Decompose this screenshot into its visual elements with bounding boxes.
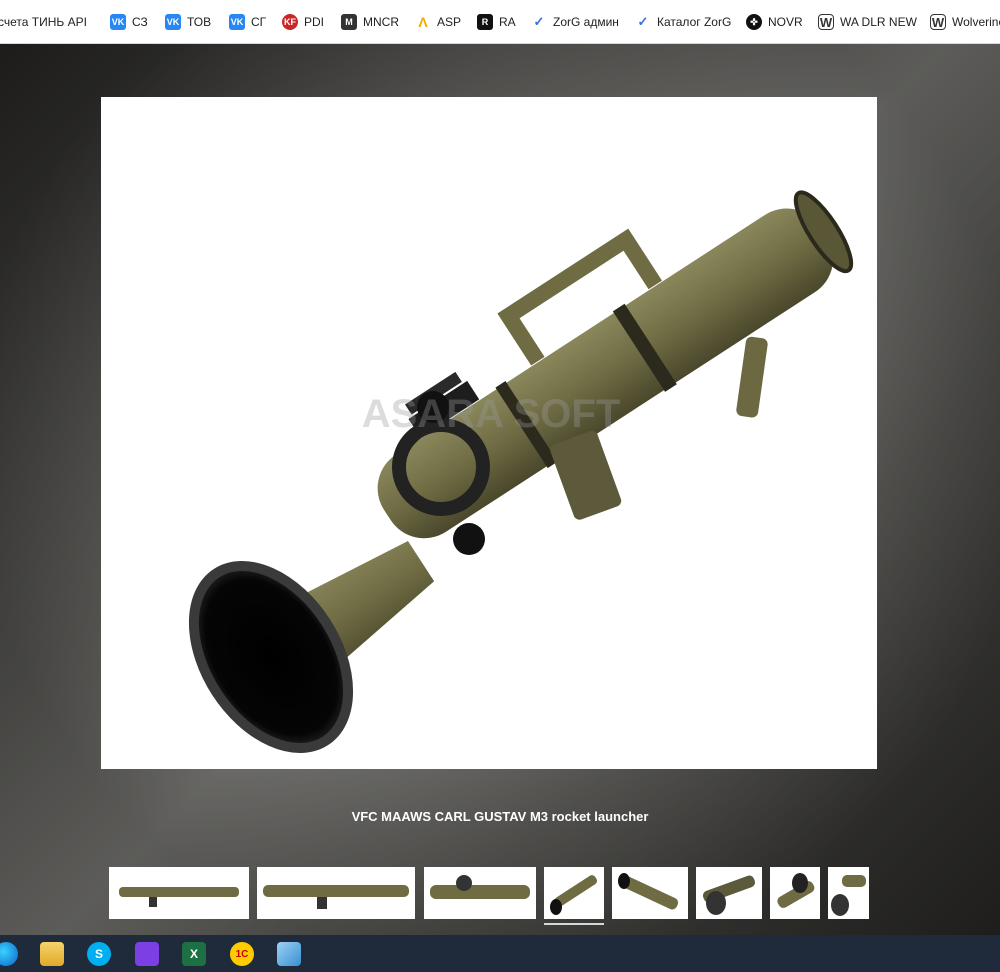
bookmark-novr[interactable]: ✜ NOVR [746, 13, 803, 31]
thumbnail-8[interactable] [828, 867, 869, 919]
bookmark-asp[interactable]: Λ ASP [415, 13, 461, 31]
file-explorer-icon[interactable] [40, 942, 64, 966]
bookmark-wa-dlr-new[interactable]: W WA DLR NEW [818, 13, 917, 31]
asp-icon: Λ [418, 14, 428, 30]
bookmark-label: ASP [437, 15, 462, 29]
bookmark-sz[interactable]: VK СЗ [110, 13, 148, 31]
bookmark-tinkoff-api[interactable]: счета ТИНЬ API [0, 13, 87, 31]
bookmarks-bar: счета ТИНЬ API VK СЗ VK ТОВ VK СГ KF PDI… [0, 0, 1000, 44]
image-viewer: ASARA SOFT VFC MAAWS CARL GUSTAV M3 rock… [0, 44, 1000, 935]
active-thumbnail-indicator [544, 923, 604, 925]
thumbnail-7[interactable] [770, 867, 820, 919]
bookmark-label: MNCR [363, 15, 399, 29]
bookmark-sg[interactable]: VK СГ [229, 13, 266, 31]
vk-icon: VK [165, 14, 181, 30]
bookmark-zorg-catalog[interactable]: ✓ Каталог ZorG [635, 13, 732, 31]
wa-icon: W [930, 14, 946, 30]
bookmark-tov[interactable]: VK ТОВ [165, 13, 211, 31]
wa-icon: W [818, 14, 834, 30]
bookmark-label: Wolverine [952, 15, 1000, 29]
pdi-icon: KF [282, 14, 298, 30]
thumbnail-4[interactable] [544, 867, 604, 919]
image-caption: VFC MAAWS CARL GUSTAV M3 rocket launcher [351, 809, 649, 824]
bookmark-label: ТОВ [187, 15, 212, 29]
skype-icon[interactable]: S [87, 942, 111, 966]
windows-taskbar: S X 1С [0, 935, 1000, 972]
bookmark-label: СЗ [132, 15, 148, 29]
excel-icon[interactable]: X [182, 942, 206, 966]
bookmark-label: RA [499, 15, 516, 29]
ra-icon: R [477, 14, 493, 30]
main-product-image[interactable]: ASARA SOFT [101, 97, 877, 769]
bookmark-label: счета ТИНЬ API [0, 15, 87, 29]
watermark: ASARA SOFT [362, 392, 621, 436]
vk-icon: VK [229, 14, 245, 30]
onec-icon[interactable]: 1С [230, 942, 254, 966]
novr-icon: ✜ [746, 14, 762, 30]
thumbnail-2[interactable] [257, 867, 415, 919]
thumbnail-3[interactable] [424, 867, 536, 919]
thumbnail-strip [0, 867, 1000, 927]
edge-icon[interactable] [0, 942, 18, 966]
bookmark-label: СГ [251, 15, 267, 29]
bookmark-mncr[interactable]: M MNCR [341, 13, 399, 31]
bookmark-label: ZorG админ [553, 15, 619, 29]
thumbnail-5[interactable] [612, 867, 688, 919]
bookmark-label: WA DLR NEW [840, 15, 917, 29]
zorg-shield-icon: ✓ [637, 14, 649, 29]
bookmark-label: PDI [304, 15, 325, 29]
bookmark-label: NOVR [768, 15, 803, 29]
thumbnail-1[interactable] [109, 867, 249, 919]
vk-icon: VK [110, 14, 126, 30]
bookmark-wolverine[interactable]: W Wolverine [930, 13, 1000, 31]
rocket-launcher-illustration: ASARA SOFT [188, 190, 854, 754]
thumbnail-6[interactable] [696, 867, 762, 919]
bookmark-label: Каталог ZorG [657, 15, 732, 29]
bookmark-zorg-admin[interactable]: ✓ ZorG админ [531, 13, 619, 31]
mncr-icon: M [341, 14, 357, 30]
notes-icon[interactable] [277, 942, 301, 966]
app-icon[interactable] [135, 942, 159, 966]
bookmark-pdi[interactable]: KF PDI [282, 13, 324, 31]
zorg-shield-icon: ✓ [533, 14, 545, 29]
bookmark-ra[interactable]: R RA [477, 13, 516, 31]
